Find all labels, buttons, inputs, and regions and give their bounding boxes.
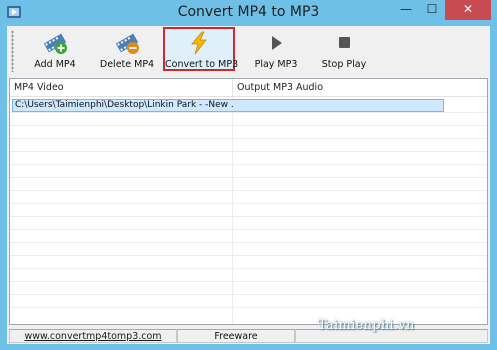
convert-to-mp3-label: Convert to MP3 xyxy=(165,59,239,70)
row-gridline xyxy=(10,294,487,295)
column-header-mp4-video[interactable]: MP4 Video xyxy=(10,79,232,96)
row-gridline xyxy=(10,112,487,113)
row-gridline xyxy=(10,177,487,178)
column-header-output-mp3[interactable]: Output MP3 Audio xyxy=(233,79,487,96)
toolbar-grip[interactable] xyxy=(11,30,14,72)
lightning-icon xyxy=(191,31,207,55)
app-window: Convert MP4 to MP3 — ☐ ✕ Add MP4 Delete … xyxy=(0,0,497,350)
file-list[interactable]: MP4 Video Output MP3 Audio C:\Users\Taim xyxy=(9,78,488,325)
stop-play-label: Stop Play xyxy=(321,59,367,70)
row-gridline xyxy=(10,151,487,152)
cell-mp4-video: C:\Users\Taimienphi\Desktop\Linkin Park … xyxy=(15,100,233,110)
row-gridline xyxy=(10,281,487,282)
row-gridline xyxy=(10,125,487,126)
add-mp4-button[interactable]: Add MP4 xyxy=(25,28,85,74)
row-gridline xyxy=(10,164,487,165)
table-row[interactable]: C:\Users\Taimienphi\Desktop\Linkin Park … xyxy=(12,99,444,112)
row-gridline xyxy=(10,255,487,256)
row-gridline xyxy=(10,268,487,269)
play-mp3-label: Play MP3 xyxy=(254,59,298,70)
row-gridline xyxy=(10,138,487,139)
client-area: Add MP4 Delete MP4 Convert to MP3 Play M… xyxy=(7,26,490,344)
play-icon xyxy=(272,36,282,50)
status-license: Freeware xyxy=(177,329,295,343)
row-gridline xyxy=(10,242,487,243)
film-add-icon xyxy=(43,33,67,54)
row-gridline xyxy=(10,229,487,230)
row-gridline xyxy=(10,190,487,191)
column-gridline xyxy=(232,97,233,324)
delete-mp4-button[interactable]: Delete MP4 xyxy=(92,28,162,74)
convert-to-mp3-button[interactable]: Convert to MP3 xyxy=(165,28,239,74)
minimize-button[interactable]: — xyxy=(393,0,419,20)
row-gridline xyxy=(10,307,487,308)
maximize-button[interactable]: ☐ xyxy=(419,0,445,20)
stop-play-button[interactable]: Stop Play xyxy=(315,28,373,74)
cell-output-mp3 xyxy=(234,100,444,111)
website-url[interactable]: www.convertmp4tomp3.com xyxy=(24,331,161,342)
row-gridline xyxy=(10,203,487,204)
play-mp3-button[interactable]: Play MP3 xyxy=(247,28,305,74)
status-bar: www.convertmp4tomp3.com Freeware xyxy=(7,328,490,344)
delete-mp4-label: Delete MP4 xyxy=(99,59,155,70)
close-button[interactable]: ✕ xyxy=(445,0,491,20)
title-bar[interactable]: Convert MP4 to MP3 — ☐ ✕ xyxy=(0,0,497,26)
toolbar: Add MP4 Delete MP4 Convert to MP3 Play M… xyxy=(7,26,490,76)
list-header: MP4 Video Output MP3 Audio xyxy=(10,79,487,97)
add-mp4-label: Add MP4 xyxy=(34,59,76,70)
row-gridline xyxy=(10,216,487,217)
status-website-link[interactable]: www.convertmp4tomp3.com xyxy=(9,329,177,343)
watermark-logo: Taimienphi.vn xyxy=(318,318,415,333)
stop-icon xyxy=(339,37,350,48)
film-delete-icon xyxy=(115,33,139,54)
